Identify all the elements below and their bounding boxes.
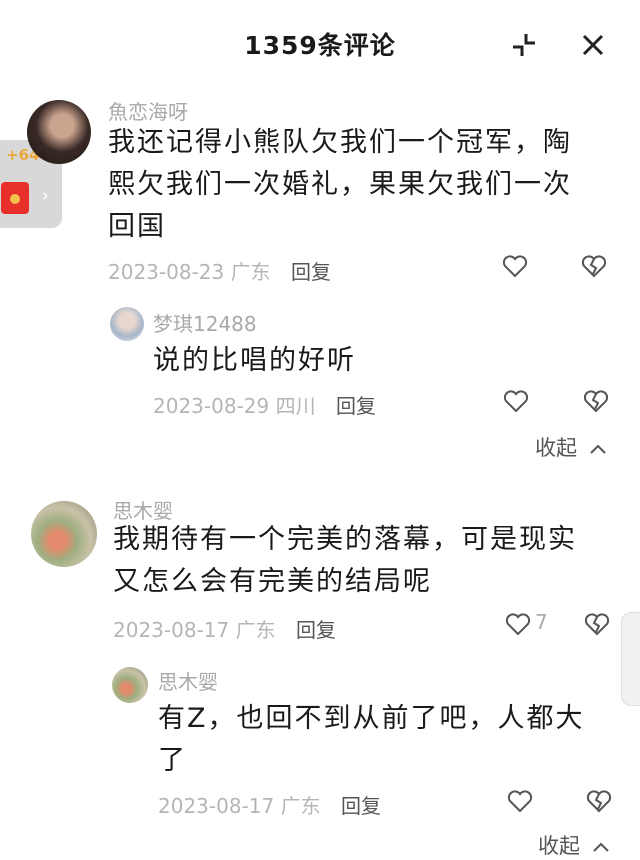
fold-label: 收起 <box>538 834 580 858</box>
comment-meta: 2023-08-17 广东 回复 <box>113 614 336 643</box>
comment-meta: 2023-08-17 广东 回复 <box>158 790 381 819</box>
comment-region: 广东 <box>280 794 321 818</box>
avatar[interactable] <box>27 100 91 164</box>
reply-button[interactable]: 回复 <box>336 394 376 418</box>
comment-region: 四川 <box>275 394 316 418</box>
comment-username[interactable]: 魚恋海呀 <box>108 96 188 125</box>
reply-button[interactable]: 回复 <box>296 618 336 642</box>
fold-label: 收起 <box>535 436 577 460</box>
comment-text: 我期待有一个完美的落幕，可是现实又怎么会有完美的结局呢 <box>113 524 577 597</box>
comment-text: 有Z，也回不到从前了吧，人都大了 <box>158 703 585 776</box>
heart-icon[interactable] <box>505 612 531 636</box>
scroll-handle[interactable] <box>621 612 640 706</box>
broken-heart-icon[interactable] <box>583 389 609 413</box>
comment-username[interactable]: 思木婴 <box>158 666 218 695</box>
comment-date: 2023-08-17 <box>158 794 275 818</box>
comment-username[interactable]: 梦琪12488 <box>153 308 257 337</box>
reply-button[interactable]: 回复 <box>341 794 381 818</box>
heart-icon[interactable] <box>503 389 529 413</box>
avatar[interactable] <box>112 667 148 703</box>
comment-region: 广东 <box>235 618 276 642</box>
chevron-right-icon: › <box>42 186 49 206</box>
red-packet-icon <box>1 182 29 214</box>
comment-region: 广东 <box>230 260 271 284</box>
comment-text: 我还记得小熊队欠我们一个冠军，陶熙欠我们一次婚礼，果果欠我们一次回国 <box>108 127 572 242</box>
reply-button[interactable]: 回复 <box>291 260 331 284</box>
fold-replies-button[interactable]: 收起 <box>538 830 611 860</box>
comment-date: 2023-08-29 <box>153 394 270 418</box>
broken-heart-icon[interactable] <box>584 612 610 636</box>
broken-heart-icon[interactable] <box>581 254 607 278</box>
collapse-button[interactable] <box>509 30 539 60</box>
broken-heart-icon[interactable] <box>586 789 612 813</box>
collapse-icon <box>513 34 535 56</box>
heart-icon[interactable] <box>507 789 533 813</box>
avatar[interactable] <box>110 307 144 341</box>
comment-date: 2023-08-23 <box>108 260 225 284</box>
comments-header: 1359条评论 <box>0 0 640 92</box>
avatar[interactable] <box>31 501 97 567</box>
comment-count-title: 1359条评论 <box>244 31 396 60</box>
heart-icon[interactable] <box>502 254 528 278</box>
close-icon <box>582 34 604 56</box>
close-button[interactable] <box>578 30 608 60</box>
comment-meta: 2023-08-23 广东 回复 <box>108 256 331 285</box>
chevron-up-icon <box>592 842 609 852</box>
fold-replies-button[interactable]: 收起 <box>535 432 608 462</box>
comment-text: 说的比唱的好听 <box>153 345 356 376</box>
like-count: 7 <box>535 610 548 634</box>
comment-meta: 2023-08-29 四川 回复 <box>153 390 376 419</box>
chevron-up-icon <box>589 444 606 454</box>
comment-date: 2023-08-17 <box>113 618 230 642</box>
